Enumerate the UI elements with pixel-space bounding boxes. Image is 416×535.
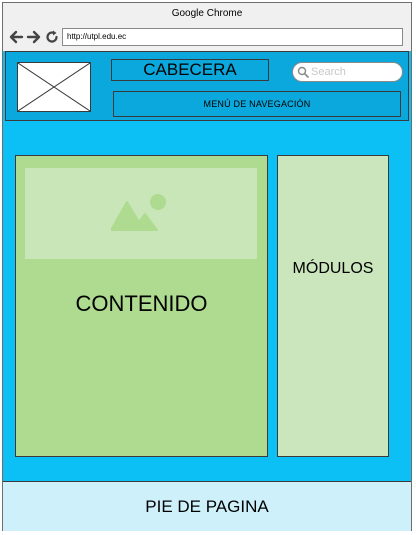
back-arrow-icon[interactable] [8, 29, 24, 45]
forward-arrow-icon[interactable] [26, 29, 42, 45]
reload-icon[interactable] [44, 29, 60, 45]
search-icon [297, 66, 309, 78]
url-bar[interactable]: http://utpl.edu.ec [62, 28, 403, 46]
browser-window: Google Chrome http://utpl.edu.ec CABECER… [2, 2, 412, 531]
logo-placeholder-icon [17, 62, 91, 112]
search-input[interactable]: Search [292, 62, 403, 82]
content-label: CONTENIDO [75, 291, 208, 316]
modules-label: MÓDULOS [292, 260, 374, 277]
browser-toolbar: http://utpl.edu.ec [3, 25, 411, 51]
content-area: CONTENIDO [15, 155, 268, 457]
search-placeholder: Search [311, 66, 346, 78]
page-header: CABECERA Search MENÚ DE NAVEGACIÓN [5, 51, 409, 121]
page-viewport: CABECERA Search MENÚ DE NAVEGACIÓN CONTE… [3, 51, 411, 531]
page-footer: PIE DE PAGINA [3, 481, 411, 531]
modules-sidebar: MÓDULOS [277, 155, 389, 457]
navigation-menu[interactable]: MENÚ DE NAVEGACIÓN [113, 91, 401, 117]
image-icon [111, 194, 166, 231]
header-title: CABECERA [111, 59, 269, 81]
footer-label: PIE DE PAGINA [145, 497, 269, 516]
window-title: Google Chrome [3, 3, 411, 25]
image-placeholder [25, 168, 257, 259]
